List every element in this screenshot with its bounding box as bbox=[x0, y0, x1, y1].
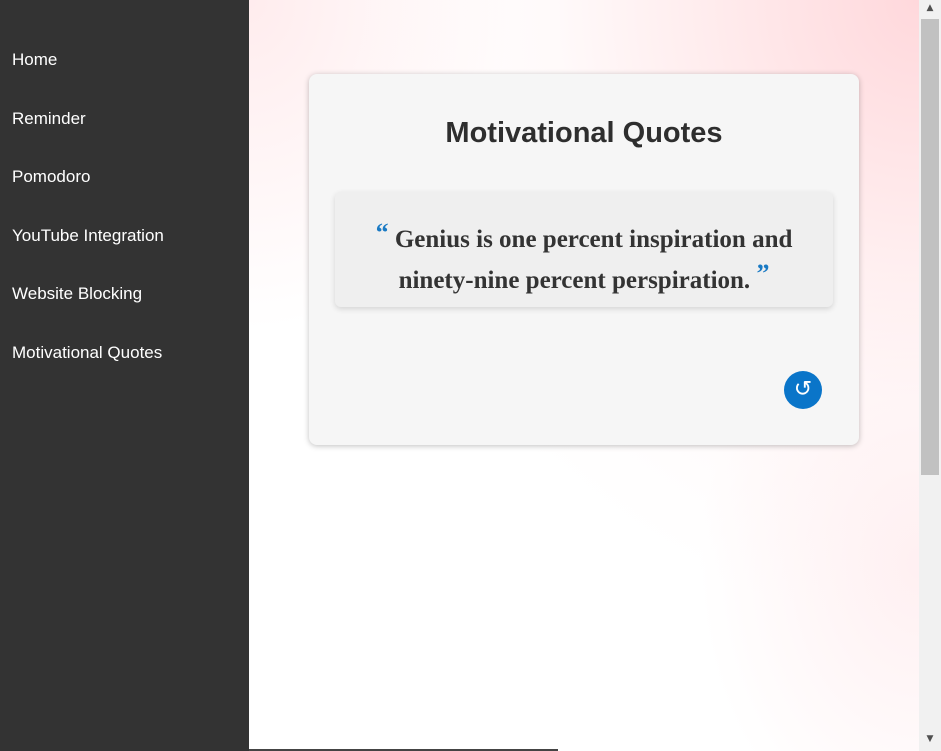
new-quote-button[interactable]: ↺ bbox=[784, 371, 822, 409]
sidebar-item-website-blocking[interactable]: Website Blocking bbox=[12, 284, 142, 304]
scroll-down-arrow-icon[interactable]: ▼ bbox=[919, 731, 941, 748]
sidebar-item-motivational-quotes[interactable]: Motivational Quotes bbox=[12, 343, 162, 363]
quote-text-block: “ Genius is one percent inspiration and … bbox=[335, 216, 833, 298]
open-quote-icon: “ bbox=[375, 218, 389, 247]
vertical-scrollbar[interactable]: ▲ ▼ bbox=[919, 0, 941, 751]
sidebar: Home Reminder Pomodoro YouTube Integrati… bbox=[0, 0, 249, 751]
sidebar-item-pomodoro[interactable]: Pomodoro bbox=[12, 167, 90, 187]
quote-card: Motivational Quotes “ Genius is one perc… bbox=[309, 74, 859, 445]
page-title: Motivational Quotes bbox=[445, 117, 723, 149]
scroll-up-arrow-icon[interactable]: ▲ bbox=[919, 0, 941, 17]
scrollbar-thumb[interactable] bbox=[921, 19, 939, 475]
main-content: Motivational Quotes “ Genius is one perc… bbox=[249, 0, 919, 751]
sidebar-item-youtube-integration[interactable]: YouTube Integration bbox=[12, 226, 164, 246]
close-quote-icon: ” bbox=[756, 259, 770, 288]
refresh-icon: ↺ bbox=[793, 377, 813, 402]
sidebar-item-home[interactable]: Home bbox=[12, 50, 57, 70]
quote-text: Genius is one percent inspiration and ni… bbox=[394, 226, 793, 294]
sidebar-item-reminder[interactable]: Reminder bbox=[12, 109, 86, 129]
quote-box: “ Genius is one percent inspiration and … bbox=[335, 192, 833, 307]
